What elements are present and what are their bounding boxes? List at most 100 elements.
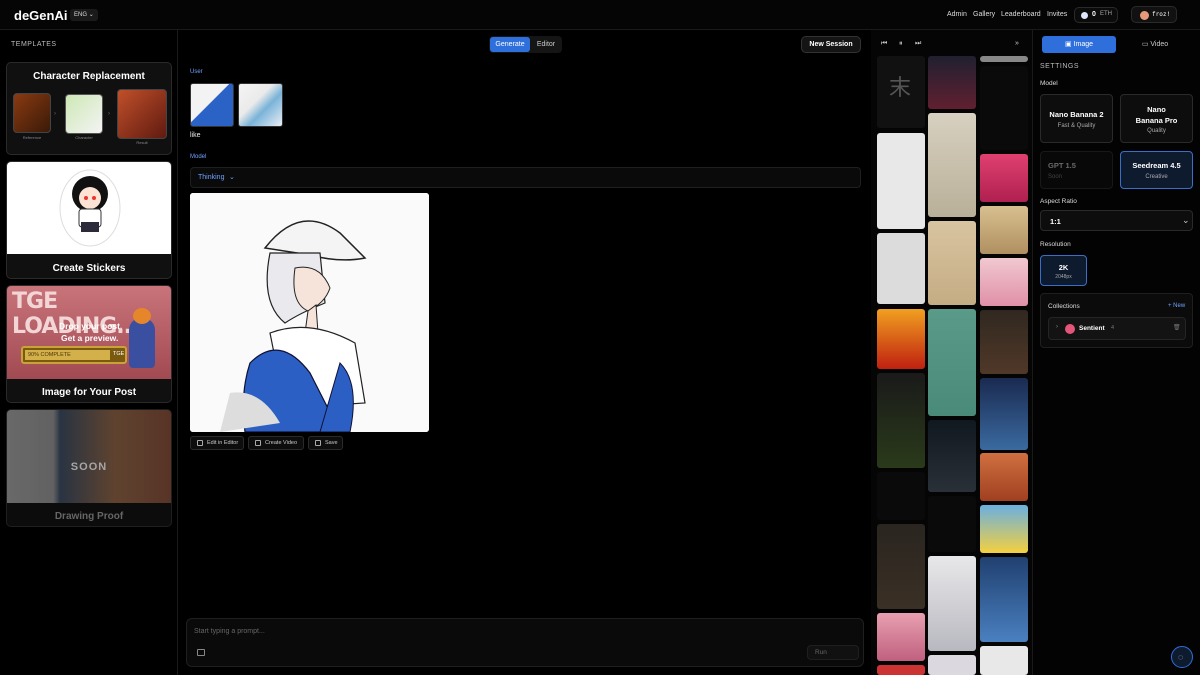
gallery-item[interactable]: [980, 154, 1028, 202]
gallery-item[interactable]: [980, 557, 1028, 642]
gallery-item[interactable]: [877, 524, 925, 609]
bookmark-icon: [315, 440, 321, 446]
mascot-head: [133, 308, 151, 324]
gallery-item[interactable]: [980, 66, 1028, 150]
user-image-1[interactable]: [190, 83, 234, 127]
resolution-label: Resolution: [1040, 241, 1071, 248]
gallery-item[interactable]: [877, 472, 925, 520]
gallery-item[interactable]: [877, 309, 925, 369]
gallery-item[interactable]: 末: [877, 56, 925, 128]
trash-icon[interactable]: 🗑: [1173, 324, 1181, 331]
caption-result: Result: [136, 140, 148, 145]
tab-editor[interactable]: Editor: [531, 37, 561, 52]
model-nano-banana-2[interactable]: Nano Banana 2 Fast & Quality: [1040, 94, 1113, 143]
user-image-2[interactable]: [238, 83, 283, 127]
skip-back-icon[interactable]: ⏮: [881, 40, 887, 48]
template-character-replacement[interactable]: Character Replacement › › Reference Char…: [6, 62, 172, 155]
run-button[interactable]: Run: [807, 645, 859, 660]
gallery-item[interactable]: [877, 613, 925, 661]
model-label: Model: [190, 154, 207, 160]
skip-forward-icon[interactable]: ⏭: [915, 40, 921, 48]
gallery-item[interactable]: [928, 221, 976, 305]
gallery-end-glyph: 末: [889, 75, 912, 100]
model-name: Nano Banana 2: [1049, 110, 1104, 119]
collection-item[interactable]: › Sentient 4 🗑: [1048, 317, 1186, 340]
nav-invites[interactable]: Invites: [1047, 11, 1067, 18]
gallery-item[interactable]: [980, 258, 1028, 306]
gallery-item[interactable]: [877, 665, 925, 675]
thinking-toggle[interactable]: Thinking: [198, 174, 224, 181]
gallery-item[interactable]: [928, 420, 976, 492]
gallery-item[interactable]: [980, 56, 1028, 62]
save-button[interactable]: Save: [308, 436, 343, 450]
balance-currency: ETH: [1100, 11, 1112, 17]
edit-icon: [197, 440, 203, 446]
prompt-box[interactable]: Start typing a prompt... Run: [186, 618, 864, 667]
user-menu[interactable]: froz!: [1131, 6, 1177, 23]
chat-button[interactable]: ◌: [1171, 646, 1193, 668]
model-nano-banana-pro[interactable]: Nano Banana Pro Quality: [1120, 94, 1193, 143]
gallery-item[interactable]: [928, 309, 976, 416]
model-sub: Quality: [1147, 128, 1166, 134]
progress-text: 90% COMPLETE: [25, 350, 110, 360]
nav-gallery[interactable]: Gallery: [973, 11, 995, 18]
aspect-ratio-label: Aspect Ratio: [1040, 198, 1077, 205]
user-label: User: [190, 69, 203, 75]
aspect-ratio-select[interactable]: 1:1 ⌄: [1040, 210, 1193, 231]
progress-bar: 90% COMPLETE TGE: [21, 346, 127, 364]
soon-badge: SOON: [70, 461, 108, 473]
prompt-input[interactable]: Start typing a prompt...: [194, 628, 265, 635]
create-video-button[interactable]: Create Video: [248, 436, 304, 450]
username: froz!: [1152, 11, 1171, 18]
reference-image: [13, 93, 51, 133]
sticker-preview: [7, 162, 171, 254]
resolution-2k[interactable]: 2K 2048px: [1040, 255, 1087, 286]
new-collection-button[interactable]: + New: [1168, 303, 1185, 309]
chevron-right-icon[interactable]: ›: [1056, 324, 1058, 330]
pause-icon[interactable]: ⏸: [899, 40, 903, 48]
edit-in-editor-button[interactable]: Edit in Editor: [190, 436, 244, 450]
gallery-item[interactable]: [928, 496, 976, 552]
gallery-item[interactable]: [980, 378, 1028, 450]
wallet-balance[interactable]: 0 ETH: [1074, 7, 1118, 23]
image-attach-icon[interactable]: [197, 649, 205, 656]
tab-image[interactable]: ▣ Image: [1042, 36, 1116, 53]
generated-image[interactable]: [190, 193, 429, 432]
tab-generate[interactable]: Generate: [490, 37, 530, 52]
gallery-item[interactable]: [980, 505, 1028, 553]
model-name: Seedream 4.5: [1132, 161, 1181, 170]
gallery-item[interactable]: [980, 453, 1028, 501]
arrow-right-icon: ›: [54, 111, 56, 117]
template-create-stickers[interactable]: Create Stickers: [6, 161, 172, 279]
post-line2: Get a preview.: [61, 333, 119, 343]
app-logo[interactable]: deGenAi: [14, 8, 67, 23]
gallery-item[interactable]: [980, 646, 1028, 675]
collection-icon: [1065, 324, 1075, 334]
model-name: GPT 1.5: [1048, 161, 1076, 170]
model-response-bar[interactable]: Thinking ⌄: [190, 167, 861, 188]
gallery-item[interactable]: [928, 655, 976, 675]
edit-in-editor-label: Edit in Editor: [207, 440, 239, 446]
nav-leaderboard[interactable]: Leaderboard: [1001, 11, 1041, 18]
new-session-button[interactable]: New Session: [801, 36, 861, 53]
gallery-item[interactable]: [980, 206, 1028, 254]
chevron-down-icon: ⌄: [1182, 215, 1190, 225]
model-sub: Creative: [1145, 174, 1168, 180]
model-sub: Soon: [1048, 174, 1063, 180]
balance-value: 0: [1092, 11, 1096, 18]
model-seedream-4-5[interactable]: Seedream 4.5 Creative: [1120, 151, 1193, 189]
gallery-item[interactable]: [928, 56, 976, 109]
gallery-item[interactable]: [877, 133, 925, 229]
template-image-for-post[interactable]: TGE LOADING... Drop your post. Get a pre…: [6, 285, 172, 403]
language-select[interactable]: ENG ⌄: [70, 9, 98, 21]
template-title: Character Replacement: [33, 71, 145, 82]
gallery-item[interactable]: [877, 233, 925, 304]
gallery-item[interactable]: [928, 556, 976, 651]
gallery-item[interactable]: [980, 310, 1028, 374]
gallery-item[interactable]: [928, 113, 976, 217]
collapse-panel-icon[interactable]: »: [1015, 40, 1019, 47]
tab-video[interactable]: ▭ Video: [1118, 36, 1192, 53]
save-label: Save: [325, 440, 338, 446]
nav-admin[interactable]: Admin: [947, 11, 967, 18]
gallery-item[interactable]: [877, 373, 925, 468]
